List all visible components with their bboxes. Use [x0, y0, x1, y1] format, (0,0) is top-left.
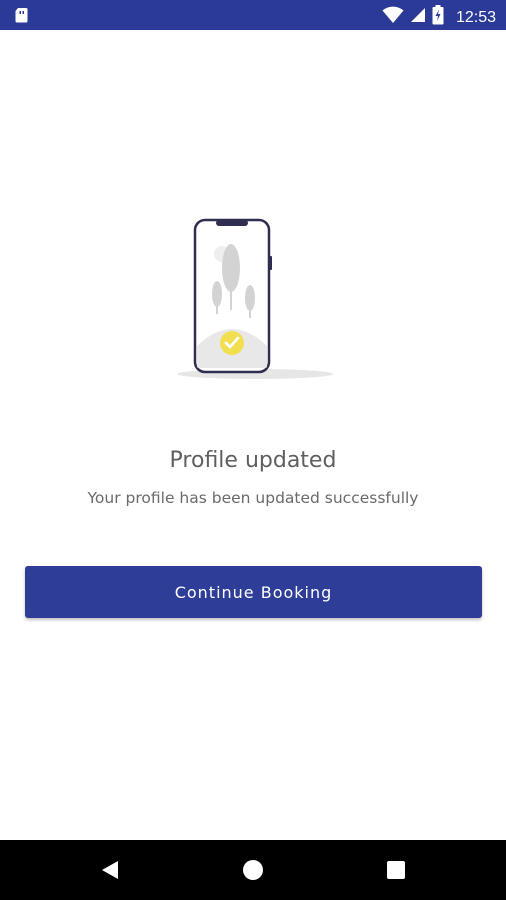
home-icon[interactable]: [243, 860, 263, 880]
page-title: Profile updated: [169, 448, 337, 473]
back-icon[interactable]: [100, 860, 120, 885]
continue-booking-button[interactable]: Continue Booking: [25, 566, 482, 618]
navigation-bar: [0, 840, 506, 900]
page-subtitle: Your profile has been updated successful…: [87, 489, 419, 507]
status-bar: 12:53: [0, 0, 506, 30]
sim-card-icon: [14, 7, 30, 28]
battery-charging-icon: [432, 5, 444, 30]
status-time: 12:53: [455, 8, 496, 26]
phone-check-illustration: [170, 216, 340, 384]
wifi-icon: [382, 6, 404, 29]
recent-apps-icon[interactable]: [387, 861, 405, 879]
signal-icon: [410, 7, 426, 28]
